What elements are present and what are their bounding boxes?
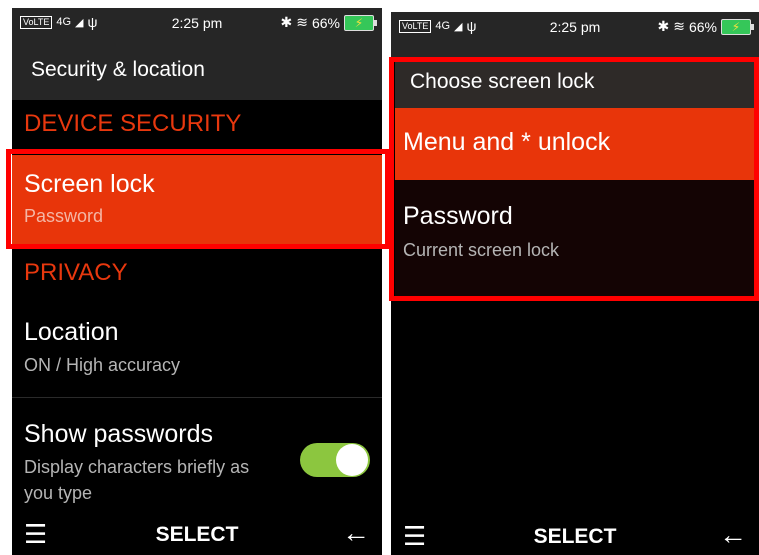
show-passwords-subtitle-line1: Display characters briefly as	[24, 457, 250, 477]
battery-percent: 66%	[311, 14, 340, 31]
location-title: Location	[24, 318, 119, 346]
battery-percent: 66%	[688, 18, 717, 35]
status-right: ✱ ≋ 66% ⚡	[657, 18, 754, 35]
location-subtitle: ON / High accuracy	[24, 355, 181, 375]
softkey-bar: ☰ SELECT ←	[12, 515, 382, 555]
highlight-box-screen-lock	[6, 149, 390, 249]
section-header-device-security: DEVICE SECURITY	[24, 110, 242, 137]
status-right: ✱ ≋ 66% ⚡	[280, 14, 377, 31]
status-bar: VoLTE 4G ◢ ψ 2:25 pm ✱ ≋ 66% ⚡	[391, 12, 759, 42]
wifi-icon: ≋	[673, 18, 685, 34]
section-header-privacy: PRIVACY	[24, 259, 128, 286]
show-passwords-title: Show passwords	[24, 420, 213, 448]
select-softkey[interactable]: SELECT	[391, 525, 759, 549]
page-title: Security & location	[31, 58, 205, 81]
bluetooth-icon: ✱	[280, 14, 293, 30]
status-bar: VoLTE 4G ◢ ψ 2:25 pm ✱ ≋ 66% ⚡	[12, 8, 382, 38]
left-phone-screen: VoLTE 4G ◢ ψ 2:25 pm ✱ ≋ 66% ⚡ Security …	[12, 8, 382, 555]
show-passwords-subtitle-line2: you type	[24, 483, 93, 503]
divider	[12, 397, 382, 398]
wifi-icon: ≋	[296, 14, 308, 30]
softkey-bar: ☰ SELECT ←	[391, 517, 759, 555]
bluetooth-icon: ✱	[657, 18, 670, 34]
toggle-knob	[336, 444, 368, 476]
battery-charging-icon: ⚡	[344, 14, 377, 31]
highlight-box-choose-screen-lock	[389, 57, 759, 301]
back-arrow-icon[interactable]: ←	[719, 519, 747, 551]
show-passwords-toggle[interactable]	[300, 443, 370, 477]
select-softkey[interactable]: SELECT	[12, 523, 382, 547]
page-title-bar: Security & location	[12, 38, 382, 100]
back-arrow-icon[interactable]: ←	[342, 517, 370, 549]
battery-charging-icon: ⚡	[721, 18, 754, 35]
location-item[interactable]: Location ON / High accuracy	[12, 308, 382, 396]
